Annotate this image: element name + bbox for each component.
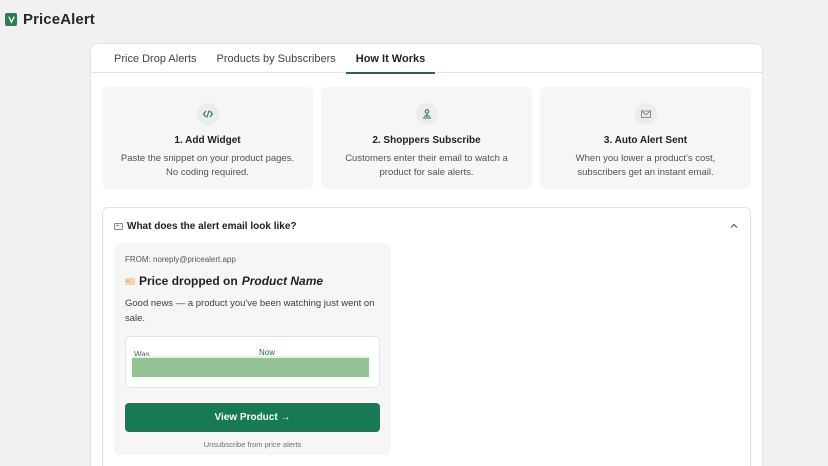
subject-product-name: Product Name	[241, 274, 324, 288]
price-comparison-box: Was Now	[125, 336, 380, 388]
accordion-header[interactable]: What does the alert email look like?	[103, 208, 750, 244]
app-logo-icon	[5, 12, 17, 26]
price-tag-icon	[125, 277, 135, 285]
email-emoji-icon	[114, 222, 123, 230]
tab-how-it-works[interactable]: How It Works	[345, 44, 436, 74]
main-panel: Price Drop Alerts Products by Subscriber…	[90, 43, 763, 466]
price-bar-fill	[132, 358, 369, 377]
email-from: FROM: noreply@pricealert.app	[125, 255, 236, 264]
email-body: Good news — a product you've been watchi…	[125, 298, 375, 324]
step-title: 3. Auto Alert Sent	[603, 135, 688, 146]
tab-price-drop-alerts[interactable]: Price Drop Alerts	[104, 44, 207, 73]
step-title: 1. Add Widget	[174, 135, 241, 146]
accordion-title: What does the alert email look like?	[127, 220, 297, 232]
tab-bar: Price Drop Alerts Products by Subscriber…	[91, 44, 762, 74]
step-card-shoppers-subscribe: 2. Shoppers Subscribe Customers enter th…	[321, 87, 532, 189]
view-product-button[interactable]: View Product →	[125, 403, 380, 432]
mail-icon	[634, 103, 657, 125]
chevron-up-icon[interactable]	[729, 221, 739, 231]
step-description: When you lower a product's cost, subscri…	[575, 153, 716, 178]
email-subject: Price dropped on Product Name	[125, 274, 380, 288]
top-bar: PriceAlert	[0, 0, 828, 38]
step-card-add-widget: 1. Add Widget Paste the snippet on your …	[102, 87, 313, 189]
app-title: PriceAlert	[23, 10, 95, 28]
email-preview-card: FROM: noreply@pricealert.app Price dropp…	[114, 243, 391, 455]
steps-row: 1. Add Widget Paste the snippet on your …	[102, 87, 751, 189]
step-description: Paste the snippet on your product pages.…	[120, 153, 295, 178]
person-icon	[415, 103, 438, 125]
step-description: Customers enter their email to watch a p…	[345, 153, 508, 178]
email-preview-accordion: What does the alert email look like? FRO…	[102, 207, 751, 466]
step-title: 2. Shoppers Subscribe	[372, 135, 481, 146]
step-card-auto-alert-sent: 3. Auto Alert Sent When you lower a prod…	[540, 87, 751, 189]
unsubscribe-link[interactable]: Unsubscribe from price alerts	[125, 440, 380, 449]
code-icon	[196, 103, 219, 125]
subject-prefix: Price dropped on	[139, 274, 238, 288]
tab-products-by-subscribers[interactable]: Products by Subscribers	[207, 44, 346, 73]
